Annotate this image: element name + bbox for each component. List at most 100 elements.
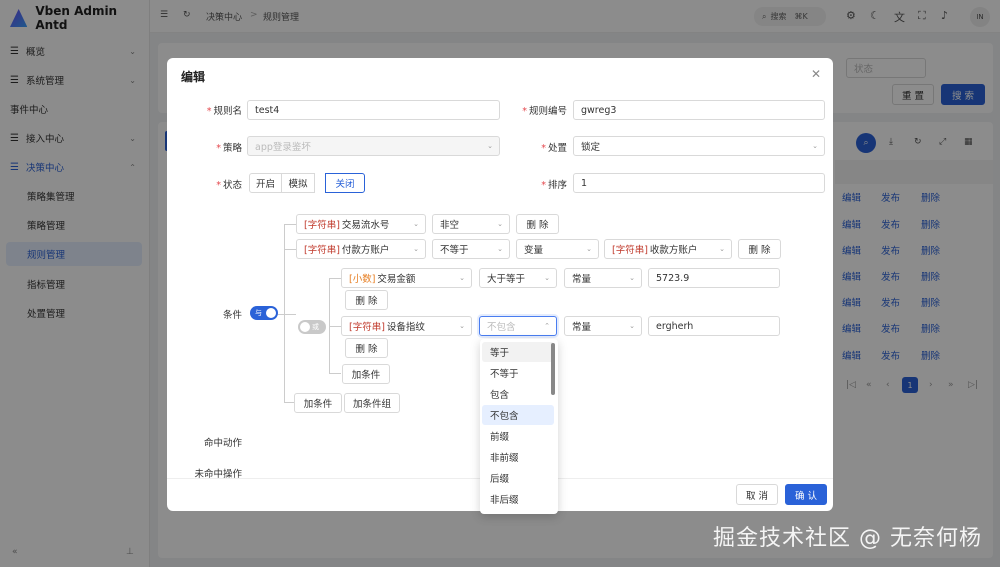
tree-line <box>284 224 285 402</box>
label-text: 策略 <box>222 143 242 154</box>
chevron-down-icon: ⌄ <box>586 245 592 253</box>
delete-condition-button[interactable]: 删 除 <box>345 290 388 310</box>
chevron-down-icon: ⌄ <box>459 274 465 282</box>
operator-value: 非空 <box>440 220 460 231</box>
value-type: 常量 <box>572 322 592 333</box>
tree-line <box>284 224 296 225</box>
condition-field-select[interactable]: [字符串] 交易流水号 ⌄ <box>296 214 426 234</box>
label-text: 处置 <box>547 143 567 154</box>
toggle-text: 与 <box>255 309 262 317</box>
tree-line <box>284 249 296 250</box>
field-type-tag: [字符串] <box>612 245 648 256</box>
label-text: 排序 <box>547 180 567 191</box>
field-name: 收款方账户 <box>649 245 698 256</box>
tree-line <box>329 326 341 327</box>
condition-value-type-select[interactable]: 常量 ⌄ <box>564 316 642 336</box>
condition-value-type-select[interactable]: 变量 ⌄ <box>516 239 599 259</box>
field-name: 设备指纹 <box>386 322 425 333</box>
tree-line <box>329 373 341 374</box>
dropdown-option[interactable]: 非后缀 <box>482 489 554 509</box>
dropdown-option[interactable]: 包含 <box>482 384 554 404</box>
rule-code-label: * 规则编号 <box>507 103 567 117</box>
toggle-knob <box>300 322 310 332</box>
label-text: 状态 <box>222 180 242 191</box>
cancel-button[interactable]: 取 消 <box>736 484 778 505</box>
chevron-down-icon: ⌄ <box>629 322 635 330</box>
disposal-label: * 处置 <box>507 140 567 154</box>
chevron-up-icon: ⌃ <box>544 322 550 330</box>
add-condition-group-button[interactable]: 加条件组 <box>344 393 400 413</box>
operator-dropdown: 等于 不等于 包含 不包含 前缀 非前缀 后缀 非后缀 <box>480 339 558 514</box>
required-mark: * <box>541 143 546 154</box>
condition-operator-select[interactable]: 非空 ⌄ <box>432 214 510 234</box>
chevron-down-icon: ⌄ <box>629 274 635 282</box>
dropdown-option[interactable]: 前缀 <box>482 426 554 446</box>
strategy-label: * 策略 <box>187 140 242 154</box>
condition-value-input[interactable]: ergherh <box>648 316 780 336</box>
chevron-down-icon: ⌄ <box>719 245 725 253</box>
dropdown-option[interactable]: 不包含 <box>482 405 554 425</box>
field-type-tag: [字符串] <box>304 220 340 231</box>
field-name: 交易金额 <box>377 274 416 285</box>
delete-condition-button[interactable]: 删 除 <box>345 338 388 358</box>
operator-placeholder: 不包含 <box>487 322 516 333</box>
status-option-on[interactable]: 开启 <box>249 173 282 193</box>
confirm-button[interactable]: 确 认 <box>785 484 827 505</box>
field-name: 付款方账户 <box>341 245 390 256</box>
required-mark: * <box>522 106 527 117</box>
chevron-down-icon: ⌄ <box>487 142 493 150</box>
modal-title: 编辑 <box>181 70 206 84</box>
hit-action-label: 命中动作 <box>203 438 242 449</box>
group-logic-toggle[interactable]: 或 <box>298 320 326 334</box>
close-icon[interactable]: ✕ <box>811 67 821 81</box>
toggle-text: 或 <box>312 323 319 331</box>
dropdown-option[interactable]: 不等于 <box>482 363 554 383</box>
condition-field-select[interactable]: [字符串] 付款方账户 ⌄ <box>296 239 426 259</box>
condition-operator-select[interactable]: 不等于 ⌄ <box>432 239 510 259</box>
chevron-down-icon: ⌄ <box>413 220 419 228</box>
tree-line <box>329 278 341 279</box>
tree-line <box>278 314 296 315</box>
delete-condition-button[interactable]: 删 除 <box>738 239 781 259</box>
rule-code-input[interactable]: gwreg3 <box>573 100 825 120</box>
condition-value-input[interactable]: 5723.9 <box>648 268 780 288</box>
rule-name-input[interactable]: test4 <box>247 100 500 120</box>
condition-field-select[interactable]: [字符串] 设备指纹 ⌄ <box>341 316 472 336</box>
status-option-simulate[interactable]: 模拟 <box>281 173 315 193</box>
field-type-tag: [字符串] <box>304 245 340 256</box>
tree-line <box>284 402 294 403</box>
add-condition-button[interactable]: 加条件 <box>294 393 342 413</box>
chevron-down-icon: ⌄ <box>413 245 419 253</box>
dropdown-option[interactable]: 等于 <box>482 342 554 362</box>
condition-value-type-select[interactable]: 常量 ⌄ <box>564 268 642 288</box>
disposal-select[interactable]: 锁定 ⌄ <box>573 136 825 156</box>
add-inner-condition-button[interactable]: 加条件 <box>342 364 390 384</box>
root-logic-toggle[interactable]: 与 <box>250 306 278 320</box>
value-type: 常量 <box>572 274 592 285</box>
chevron-down-icon: ⌄ <box>497 220 503 228</box>
condition-operator-select[interactable]: 大于等于 ⌄ <box>479 268 557 288</box>
strategy-value: app登录鉴坏 <box>255 142 311 153</box>
field-type-tag: [小数] <box>349 274 376 285</box>
value-type: 变量 <box>524 245 544 256</box>
label-text: 规则名 <box>213 106 242 117</box>
status-label: * 状态 <box>187 177 242 191</box>
disposal-value: 锁定 <box>581 142 601 153</box>
delete-condition-button[interactable]: 删 除 <box>516 214 559 234</box>
chevron-down-icon: ⌄ <box>544 274 550 282</box>
condition-operator-select-open[interactable]: 不包含 ⌃ <box>479 316 557 336</box>
chevron-down-icon: ⌄ <box>497 245 503 253</box>
chevron-down-icon: ⌄ <box>459 322 465 330</box>
strategy-select: app登录鉴坏 ⌄ <box>247 136 500 156</box>
rule-name-label: * 规则名 <box>187 103 242 117</box>
required-mark: * <box>216 180 221 191</box>
toggle-knob <box>266 308 276 318</box>
dropdown-scrollbar[interactable] <box>551 343 555 395</box>
dropdown-option[interactable]: 后缀 <box>482 468 554 488</box>
status-option-off[interactable]: 关闭 <box>325 173 365 193</box>
condition-compare-field-select[interactable]: [字符串] 收款方账户 ⌄ <box>604 239 732 259</box>
order-input[interactable]: 1 <box>573 173 825 193</box>
dropdown-option[interactable]: 非前缀 <box>482 447 554 467</box>
condition-field-select[interactable]: [小数] 交易金额 ⌄ <box>341 268 472 288</box>
condition-label: 条件 <box>222 310 242 321</box>
